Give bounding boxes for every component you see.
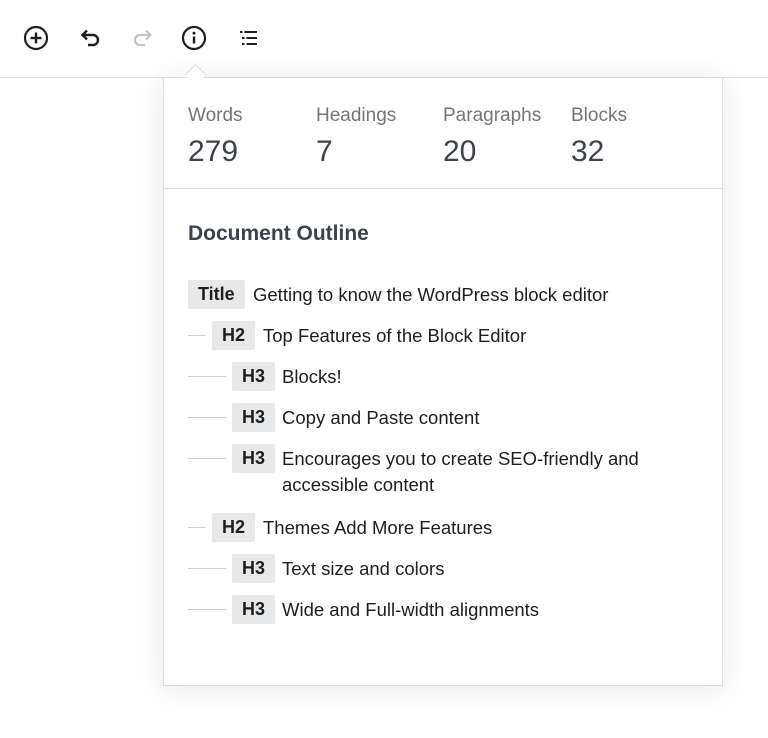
outline-item-text: Getting to know the WordPress block edit… [253, 284, 609, 305]
heading-level-badge: H3 [232, 444, 276, 473]
heading-level-badge: Title [188, 280, 245, 309]
info-icon [181, 25, 207, 51]
stat-words: Words 279 [188, 104, 243, 170]
stat-label: Paragraphs [443, 105, 542, 126]
indent-line [188, 335, 206, 336]
indent-line [188, 417, 226, 418]
plus-circle-icon [23, 25, 49, 51]
outline-item-text: Copy and Paste content [282, 407, 480, 428]
stat-label: Blocks [571, 105, 627, 126]
stat-value: 32 [571, 135, 605, 168]
stat-headings: Headings 7 [316, 104, 396, 170]
undo-icon [80, 29, 100, 47]
stat-label: Headings [316, 105, 397, 126]
undo-button[interactable] [72, 20, 108, 56]
stat-blocks: Blocks 32 [571, 104, 627, 170]
indent-line [188, 376, 226, 377]
redo-icon [133, 29, 153, 47]
stat-paragraphs: Paragraphs 20 [443, 104, 541, 170]
stat-label: Words [188, 105, 243, 126]
outline-item-text: Blocks! [282, 366, 342, 387]
add-block-button[interactable] [18, 20, 54, 56]
stat-value: 20 [443, 135, 477, 168]
stat-value: 279 [188, 135, 239, 168]
outline-item-text: Themes Add More Features [263, 517, 493, 538]
heading-level-badge: H2 [212, 321, 256, 350]
heading-level-badge: H2 [212, 513, 256, 542]
document-info-popover: Words 279 Headings 7 Paragraphs 20 Block… [163, 77, 723, 686]
indent-line [188, 609, 226, 610]
outline-item-text: Encourages you to create SEO-friendly an… [282, 448, 639, 495]
indent-line [188, 568, 226, 569]
outline-item-text: Text size and colors [282, 558, 445, 579]
heading-level-badge: H3 [232, 403, 276, 432]
details-button[interactable] [176, 20, 212, 56]
outline-item-text: Top Features of the Block Editor [263, 325, 527, 346]
outline-item-text: Wide and Full-width alignments [282, 599, 540, 620]
editor-toolbar [0, 0, 768, 78]
outline-heading: Document Outline [188, 222, 369, 245]
heading-level-badge: H3 [232, 554, 276, 583]
list-view-icon [240, 31, 257, 45]
redo-button[interactable] [125, 20, 161, 56]
outline-button[interactable] [230, 20, 266, 56]
indent-line [188, 458, 226, 459]
document-stats: Words 279 Headings 7 Paragraphs 20 Block… [164, 78, 722, 189]
heading-level-badge: H3 [232, 362, 276, 391]
indent-line [188, 527, 206, 528]
heading-level-badge: H3 [232, 595, 276, 624]
stat-value: 7 [316, 135, 333, 168]
